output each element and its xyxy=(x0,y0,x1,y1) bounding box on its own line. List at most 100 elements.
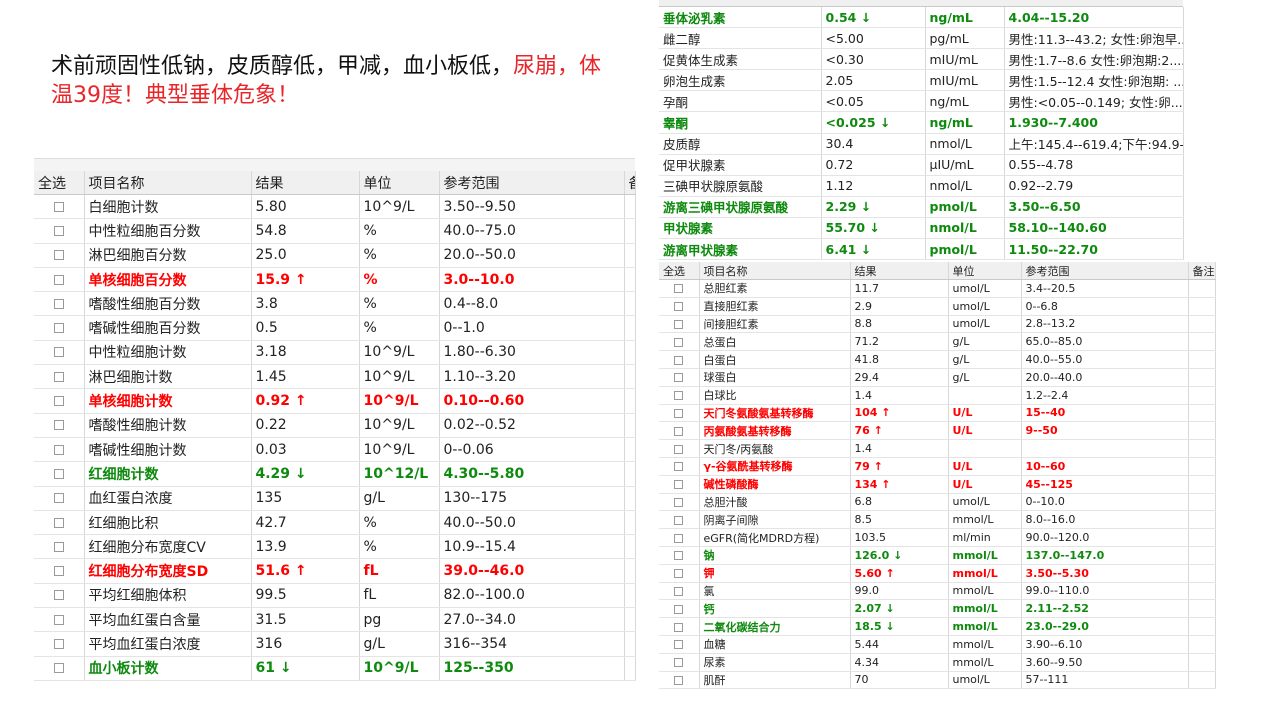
table-row[interactable]: 单核细胞计数 0.92 ↑ 10^9/L 0.10--0.60 xyxy=(34,388,636,414)
table-row[interactable]: 红细胞分布宽度CV 13.9% 10.9--15.4 xyxy=(34,534,636,560)
column-header-note[interactable]: 备注 xyxy=(1188,262,1216,280)
row-checkbox[interactable] xyxy=(53,444,64,455)
row-checkbox[interactable] xyxy=(53,274,64,285)
row-checkbox[interactable] xyxy=(674,569,684,579)
table-row[interactable]: 丙氨酸氨基转移酶 76 ↑ U/L 9--50 xyxy=(659,421,1216,441)
table-row[interactable]: 嗜酸性细胞计数 0.22 10^9/L 0.02--0.52 xyxy=(34,413,636,438)
table-row[interactable]: 平均血红蛋白含量 31.5 pg 27.0--34.0 xyxy=(34,607,636,633)
table-row[interactable]: 血糖 5.44 mmol/L 3.90--6.10 xyxy=(659,635,1216,654)
table-row[interactable]: 游离三碘甲状腺原氨酸 2.29 ↓ pmol/L 3.50--6.50 xyxy=(659,196,1184,218)
table-row[interactable]: 总胆红素 11.7 umol/L 3.4--20.5 xyxy=(659,279,1216,298)
row-checkbox[interactable] xyxy=(674,658,684,668)
table-row[interactable]: 睾酮 <0.025 ↓ ng/mL 1.930--7.400 xyxy=(659,111,1184,134)
table-row[interactable]: 孕酮 <0.05 ng/mL 男性:<0.05--0.149; 女性:卵... xyxy=(659,90,1184,113)
row-checkbox[interactable] xyxy=(674,444,684,454)
row-checkbox[interactable] xyxy=(53,566,64,577)
table-row[interactable]: 淋巴细胞百分数 25.0% 20.0--50.0 xyxy=(34,243,636,268)
column-header-result[interactable]: 结果 xyxy=(850,262,949,280)
row-checkbox[interactable] xyxy=(674,551,684,561)
table-row[interactable]: γ-谷氨酰基转移酶 79 ↑ U/L 10--60 xyxy=(659,457,1216,476)
column-header-name[interactable]: 项目名称 xyxy=(699,262,851,280)
row-checkbox[interactable] xyxy=(674,586,684,596)
table-row[interactable]: 平均血红蛋白浓度 316 g/L 316--354 xyxy=(34,631,636,657)
table-row[interactable]: 白蛋白 41.8 g/L 40.0--55.0 xyxy=(659,350,1216,369)
row-checkbox[interactable] xyxy=(53,371,64,382)
row-checkbox[interactable] xyxy=(674,391,684,401)
table-row[interactable]: 垂体泌乳素 0.54 ↓ ng/mL 4.04--15.20 xyxy=(659,7,1184,29)
row-checkbox[interactable] xyxy=(53,468,64,479)
row-checkbox[interactable] xyxy=(674,373,684,383)
row-checkbox[interactable] xyxy=(53,614,64,625)
row-checkbox[interactable] xyxy=(53,298,64,309)
table-row[interactable]: 阴离子间隙 8.5 mmol/L 8.0--16.0 xyxy=(659,510,1216,530)
row-checkbox[interactable] xyxy=(674,355,684,365)
row-checkbox[interactable] xyxy=(53,201,64,212)
row-checkbox[interactable] xyxy=(674,337,684,347)
table-row[interactable]: 中性粒细胞百分数 54.8% 40.0--75.0 xyxy=(34,218,636,244)
table-row[interactable]: 血红蛋白浓度 135 g/L 130--175 xyxy=(34,486,636,511)
table-row[interactable]: 总蛋白 71.2 g/L 65.0--85.0 xyxy=(659,332,1216,352)
column-header-result[interactable]: 结果 xyxy=(251,171,360,195)
row-checkbox[interactable] xyxy=(674,302,684,312)
table-row[interactable]: 钾 5.60 ↑ mmol/L 3.50--5.30 xyxy=(659,564,1216,583)
column-header-range[interactable]: 参考范围 xyxy=(439,171,625,195)
table-row[interactable]: 直接胆红素 2.9 umol/L 0--6.8 xyxy=(659,297,1216,316)
select-all-header[interactable]: 全选 xyxy=(34,171,85,195)
table-row[interactable]: 卵泡生成素 2.05 mIU/mL 男性:1.5--12.4 女性:卵泡期: ... xyxy=(659,69,1184,92)
table-row[interactable]: 碱性磷酸酶 134 ↑ U/L 45--125 xyxy=(659,475,1216,494)
table-row[interactable]: 促黄体生成素 <0.30 mIU/mL 男性:1.7--8.6 女性:卵泡期:2...… xyxy=(659,48,1184,71)
table-row[interactable]: 甲状腺素 55.70 ↓ nmol/L 58.10--140.60 xyxy=(659,217,1184,240)
row-checkbox[interactable] xyxy=(53,517,64,528)
table-row[interactable]: 白细胞计数 5.80 10^9/L 3.50--9.50 xyxy=(34,194,636,220)
row-checkbox[interactable] xyxy=(674,640,684,650)
table-row[interactable]: 球蛋白 29.4 g/L 20.0--40.0 xyxy=(659,368,1216,387)
row-checkbox[interactable] xyxy=(674,675,684,685)
table-row[interactable]: 红细胞比积 42.7% 40.0--50.0 xyxy=(34,510,636,536)
table-row[interactable]: 红细胞计数 4.29 ↓ 10^12/L 4.30--5.80 xyxy=(34,461,636,487)
row-checkbox[interactable] xyxy=(674,515,684,525)
table-row[interactable]: 二氧化碳结合力 18.5 ↓ mmol/L 23.0--29.0 xyxy=(659,617,1216,636)
column-header-range[interactable]: 参考范围 xyxy=(1021,262,1189,280)
table-row[interactable]: 单核细胞百分数 15.9 ↑% 3.0--10.0 xyxy=(34,267,636,293)
table-row[interactable]: 红细胞分布宽度SD 51.6 ↑ fL 39.0--46.0 xyxy=(34,558,636,584)
table-row[interactable]: 血小板计数 61 ↓ 10^9/L 125--350 xyxy=(34,656,636,681)
column-header-unit[interactable]: 单位 xyxy=(359,171,440,195)
table-row[interactable]: 天门冬/丙氨酸 1.4 xyxy=(659,439,1216,458)
table-row[interactable]: 尿素 4.34 mmol/L 3.60--9.50 xyxy=(659,653,1216,672)
row-checkbox[interactable] xyxy=(53,225,64,236)
row-checkbox[interactable] xyxy=(674,497,684,507)
table-row[interactable]: 肌酐 70 umol/L 57--111 xyxy=(659,671,1216,690)
table-row[interactable]: 嗜碱性细胞计数 0.03 10^9/L 0--0.06 xyxy=(34,437,636,463)
table-row[interactable]: 钙 2.07 ↓ mmol/L 2.11--2.52 xyxy=(659,599,1216,619)
row-checkbox[interactable] xyxy=(53,323,64,334)
table-row[interactable]: 皮质醇 30.4 nmol/L 上午:145.4--619.4;下午:94.9-... xyxy=(659,133,1184,155)
row-checkbox[interactable] xyxy=(53,638,64,649)
row-checkbox[interactable] xyxy=(674,319,684,329)
table-row[interactable]: 平均红细胞体积 99.5 fL 82.0--100.0 xyxy=(34,583,636,609)
table-row[interactable]: 淋巴细胞计数 1.45 10^9/L 1.10--3.20 xyxy=(34,364,636,390)
row-checkbox[interactable] xyxy=(674,622,684,632)
table-row[interactable]: 嗜酸性细胞百分数 3.8% 0.4--8.0 xyxy=(34,291,636,317)
table-row[interactable]: 间接胆红素 8.8 umol/L 2.8--13.2 xyxy=(659,315,1216,334)
row-checkbox[interactable] xyxy=(674,480,684,490)
table-row[interactable]: 钠 126.0 ↓ mmol/L 137.0--147.0 xyxy=(659,546,1216,565)
table-row[interactable]: eGFR(简化MDRD方程) 103.5 ml/min 90.0--120.0 xyxy=(659,528,1216,547)
table-row[interactable]: 总胆汁酸 6.8 umol/L 0--10.0 xyxy=(659,493,1216,512)
table-row[interactable]: 白球比 1.4 1.2--2.4 xyxy=(659,386,1216,405)
table-row[interactable]: 游离甲状腺素 6.41 ↓ pmol/L 11.50--22.70 xyxy=(659,238,1184,261)
table-row[interactable]: 雌二醇 <5.00 pg/mL 男性:11.3--43.2; 女性:卵泡早... xyxy=(659,27,1184,50)
row-checkbox[interactable] xyxy=(674,408,684,418)
table-row[interactable]: 天门冬氨酸氨基转移酶 104 ↑ U/L 15--40 xyxy=(659,404,1216,423)
row-checkbox[interactable] xyxy=(53,347,64,358)
row-checkbox[interactable] xyxy=(53,493,64,504)
table-row[interactable]: 嗜碱性细胞百分数 0.5% 0--1.0 xyxy=(34,315,636,341)
row-checkbox[interactable] xyxy=(53,396,64,407)
row-checkbox[interactable] xyxy=(674,533,684,543)
column-header-unit[interactable]: 单位 xyxy=(948,262,1022,280)
row-checkbox[interactable] xyxy=(53,250,64,261)
column-header-name[interactable]: 项目名称 xyxy=(84,171,252,195)
row-checkbox[interactable] xyxy=(53,590,64,601)
column-header-note[interactable]: 备 xyxy=(624,171,636,195)
row-checkbox[interactable] xyxy=(674,426,684,436)
row-checkbox[interactable] xyxy=(674,462,684,472)
